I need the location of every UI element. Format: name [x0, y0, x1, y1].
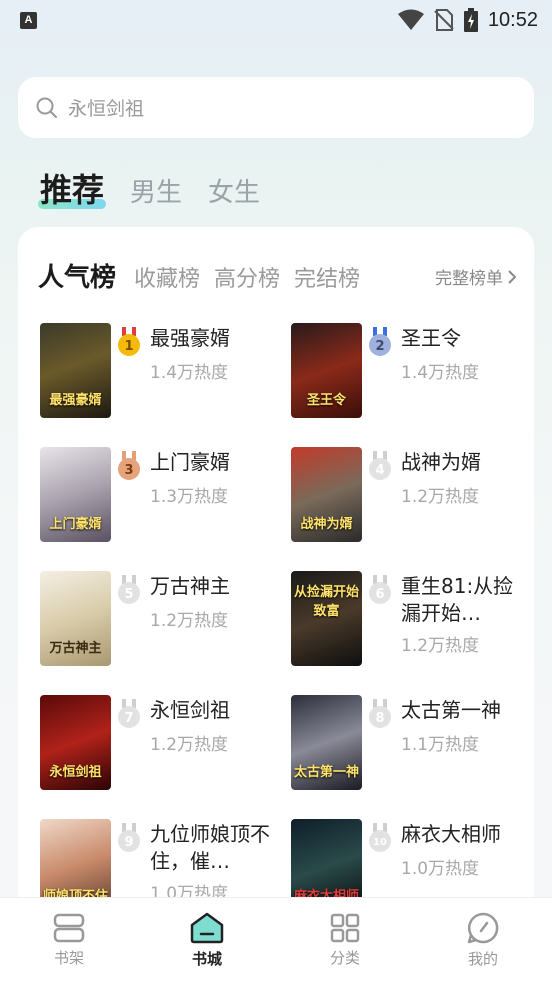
- book-cover: 永恒剑祖: [40, 695, 111, 790]
- book-item[interactable]: 战神为婿 4 战神为婿 1.2万热度: [291, 447, 531, 547]
- book-heat: 1.2万热度: [150, 735, 229, 755]
- full-list-link[interactable]: 完整榜单: [435, 264, 516, 289]
- cover-title: 圣王令: [306, 393, 346, 408]
- svg-text:8: 8: [375, 711, 384, 726]
- cover-title: 上门豪婿: [49, 517, 102, 532]
- category-grid-icon: [330, 913, 360, 943]
- book-title: 永恒剑祖: [150, 698, 230, 722]
- rank-medal-icon: 3: [118, 451, 140, 480]
- bookshelf-icon: [53, 913, 85, 943]
- nav-profile[interactable]: 我的: [428, 912, 538, 969]
- svg-text:6: 6: [375, 587, 384, 602]
- book-title: 九位师娘顶不住，催…: [150, 822, 270, 873]
- book-heat: 1.4万热度: [150, 363, 229, 383]
- svg-text:1: 1: [124, 339, 133, 354]
- profile-bubble-icon: [467, 912, 499, 944]
- tab-female[interactable]: 女生: [208, 172, 260, 209]
- svg-text:4: 4: [375, 463, 384, 478]
- svg-text:3: 3: [124, 463, 133, 478]
- search-input[interactable]: 永恒剑祖: [18, 77, 534, 138]
- book-cover: 太古第一神: [291, 695, 362, 790]
- svg-text:10: 10: [373, 837, 387, 848]
- book-cover: 最强豪婿: [40, 323, 111, 418]
- rank-medal-icon: 1: [118, 327, 140, 356]
- book-cover: 万古神主: [40, 571, 111, 666]
- book-title: 麻衣大相师: [401, 822, 501, 846]
- nav-label: 书架: [53, 949, 84, 967]
- nav-label: 我的: [467, 950, 498, 968]
- book-heat: 1.2万热度: [150, 611, 229, 631]
- svg-text:9: 9: [124, 835, 133, 850]
- book-item[interactable]: 最强豪婿 1 最强豪婿 1.4万热度: [40, 323, 280, 423]
- app-notification-icon: A: [20, 11, 37, 29]
- book-heat: 1.2万热度: [401, 636, 480, 656]
- book-title: 战神为婿: [401, 450, 481, 474]
- nav-label: 分类: [329, 949, 360, 967]
- rank-medal-icon: 10: [369, 823, 391, 852]
- book-item[interactable]: 永恒剑祖 7 永恒剑祖 1.2万热度: [40, 695, 280, 795]
- tab-male[interactable]: 男生: [130, 172, 182, 209]
- nav-label: 书城: [191, 950, 222, 968]
- book-title: 圣王令: [401, 326, 461, 350]
- rank-medal-icon: 7: [118, 699, 140, 728]
- book-item[interactable]: 太古第一神 8 太古第一神 1.1万热度: [291, 695, 531, 795]
- rank-tab-popular[interactable]: 人气榜: [38, 257, 116, 294]
- nav-bookstore[interactable]: 书城: [152, 912, 262, 969]
- rank-tabs: 人气榜 收藏榜 高分榜 完结榜: [38, 257, 360, 294]
- book-heat: 1.0万热度: [401, 859, 480, 879]
- no-sim-icon: [434, 9, 454, 31]
- battery-charging-icon: [463, 8, 478, 32]
- rank-medal-icon: 2: [369, 327, 391, 356]
- nav-bookshelf[interactable]: 书架: [14, 913, 124, 968]
- svg-text:5: 5: [124, 587, 133, 602]
- search-icon: [36, 97, 57, 118]
- nav-category[interactable]: 分类: [290, 913, 400, 968]
- status-bar: A 10:52: [0, 0, 552, 40]
- rank-tab-score[interactable]: 高分榜: [214, 261, 280, 293]
- tab-recommend[interactable]: 推荐: [37, 165, 107, 211]
- rank-medal-icon: 5: [118, 575, 140, 604]
- cover-title: 战神为婿: [300, 517, 353, 532]
- book-title: 重生81:从捡漏开始…: [401, 574, 514, 625]
- book-item[interactable]: 万古神主 5 万古神主 1.2万热度: [40, 571, 280, 671]
- rank-medal-icon: 6: [369, 575, 391, 604]
- book-item[interactable]: 从捡漏开始致富 6 重生81:从捡漏开始… 1.2万热度: [291, 571, 531, 671]
- cover-title: 太古第一神: [293, 765, 359, 780]
- book-heat: 1.2万热度: [401, 487, 480, 507]
- book-heat: 1.1万热度: [401, 735, 480, 755]
- rank-tab-collect[interactable]: 收藏榜: [134, 261, 200, 293]
- svg-text:2: 2: [375, 339, 384, 354]
- book-cover: 圣王令: [291, 323, 362, 418]
- full-list-label: 完整榜单: [435, 269, 503, 289]
- book-cover: 从捡漏开始致富: [291, 571, 362, 666]
- book-heat: 1.3万热度: [150, 487, 229, 507]
- book-item[interactable]: 圣王令 2 圣王令 1.4万热度: [291, 323, 531, 423]
- status-time: 10:52: [487, 8, 538, 31]
- book-title: 太古第一神: [401, 698, 501, 722]
- main-tabs: 推荐 男生 女生: [37, 165, 260, 211]
- svg-text:7: 7: [124, 711, 133, 726]
- book-cover: 战神为婿: [291, 447, 362, 542]
- cover-title: 万古神主: [49, 641, 102, 656]
- book-heat: 1.4万热度: [401, 363, 480, 383]
- chevron-right-icon: [508, 269, 516, 284]
- book-cover: 上门豪婿: [40, 447, 111, 542]
- bookstore-home-icon: [190, 912, 224, 944]
- book-title: 上门豪婿: [150, 450, 230, 474]
- rank-medal-icon: 8: [369, 699, 391, 728]
- cover-title: 永恒剑祖: [49, 765, 102, 780]
- rank-tab-finished[interactable]: 完结榜: [294, 261, 360, 293]
- search-placeholder: 永恒剑祖: [68, 98, 145, 120]
- cover-title: 最强豪婿: [49, 393, 102, 408]
- book-item[interactable]: 上门豪婿 3 上门豪婿 1.3万热度: [40, 447, 280, 547]
- rank-medal-icon: 4: [369, 451, 391, 480]
- book-title: 最强豪婿: [150, 326, 230, 350]
- rank-medal-icon: 9: [118, 823, 140, 852]
- wifi-icon: [397, 9, 424, 30]
- ranking-card: 人气榜 收藏榜 高分榜 完结榜 完整榜单 最强豪婿 1 最强豪婿 1.4万热度 …: [18, 227, 534, 947]
- book-title: 万古神主: [150, 574, 230, 598]
- bottom-nav: 书架 书城 分类 我的: [0, 897, 552, 983]
- cover-title: 从捡漏开始致富: [293, 585, 359, 619]
